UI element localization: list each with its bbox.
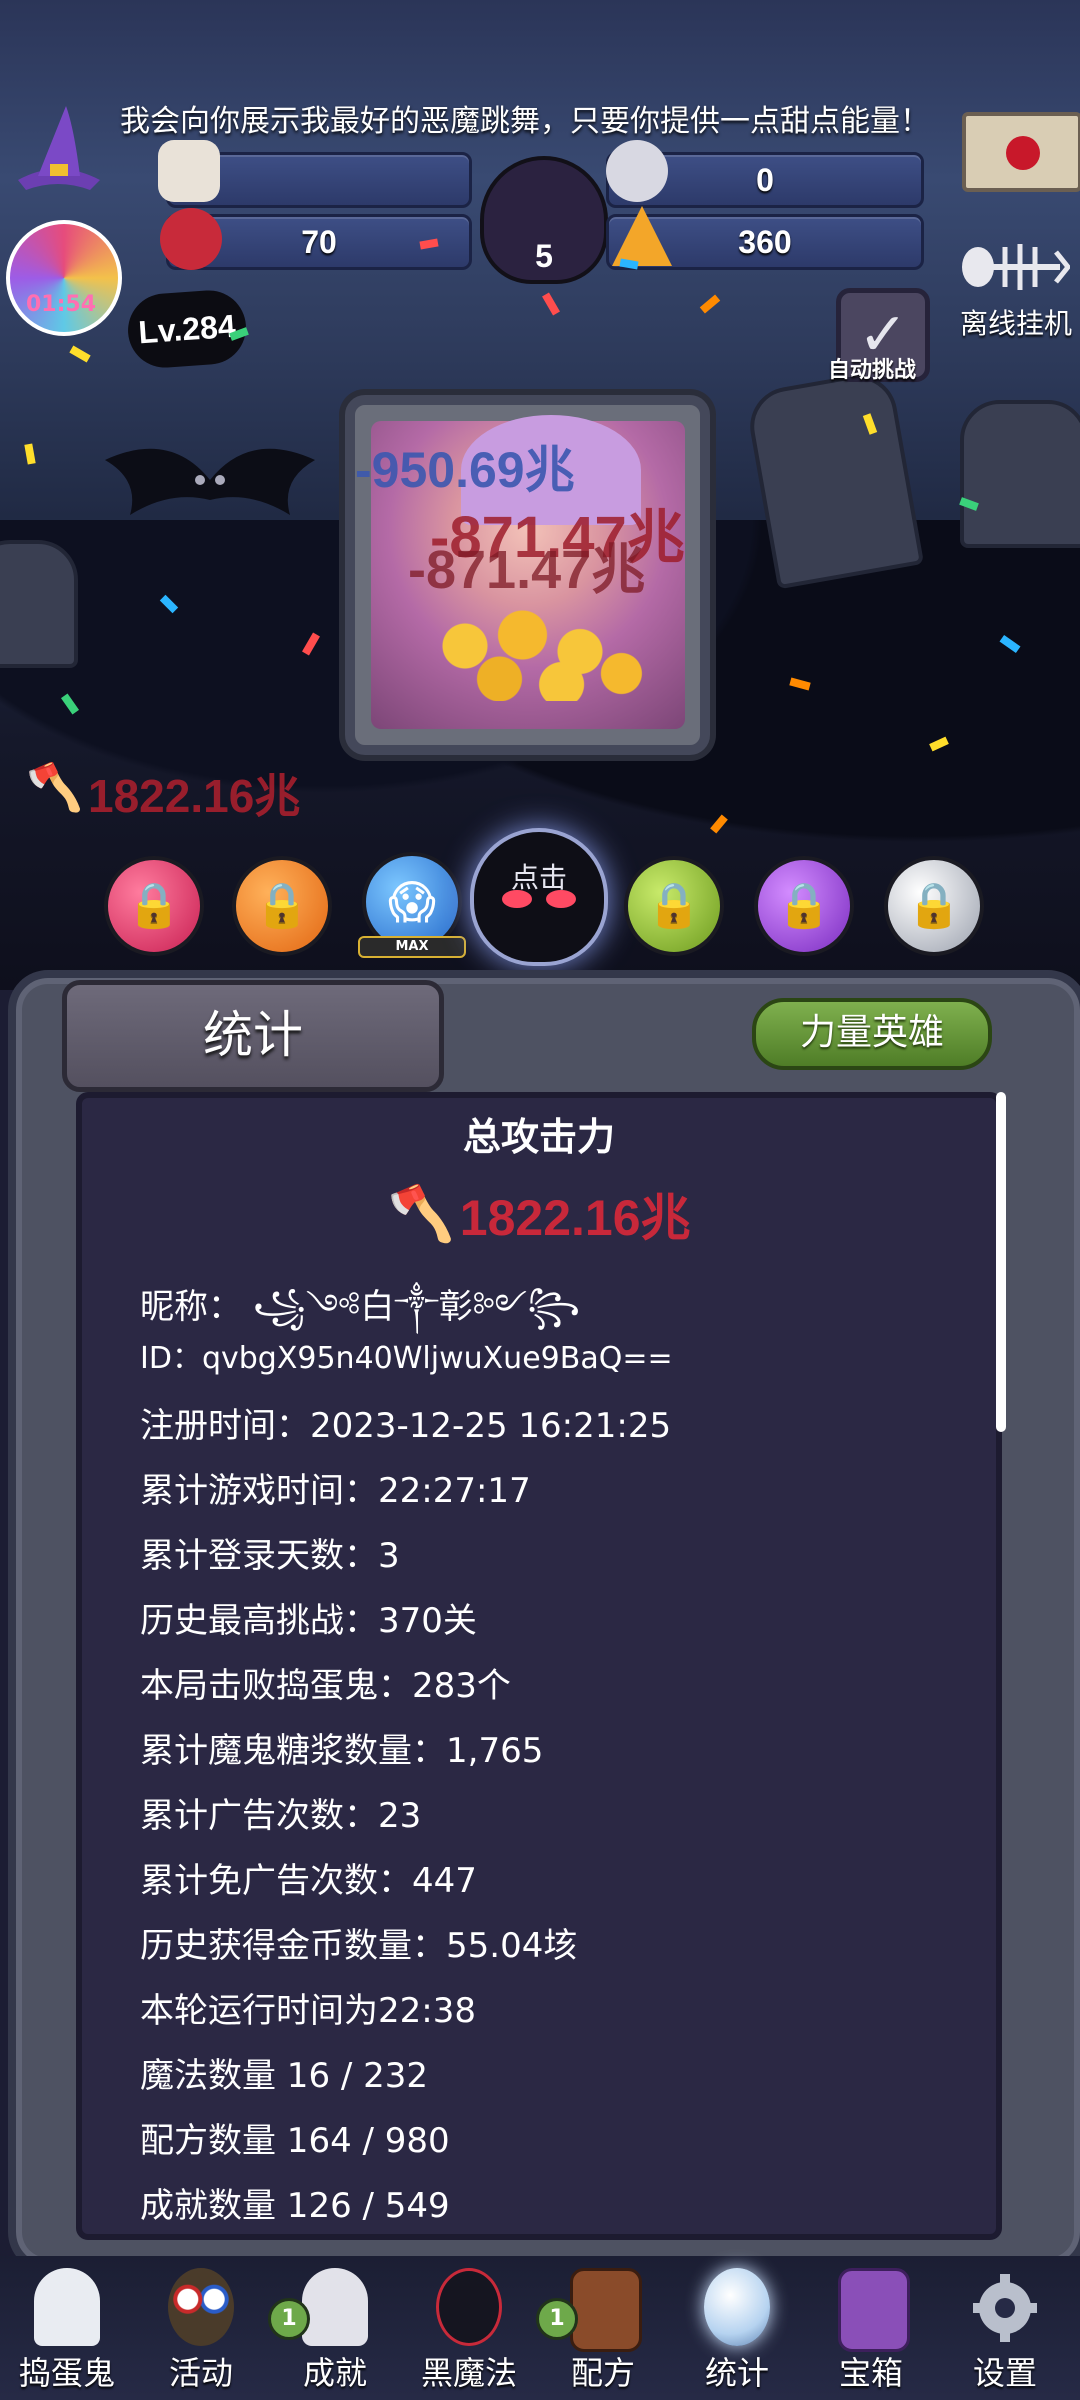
ghost-face-icon: 😱 xyxy=(388,875,436,929)
candy-timer: 01:54 xyxy=(26,292,97,317)
stats-list[interactable]: 总攻击力 🪓 1822.16兆 昵称： ꧁༺白༒彰༻꧂ ID：qvbgX95n4… xyxy=(76,1092,1002,2240)
total-attack-value: 1822.16兆 xyxy=(459,1190,691,1246)
cauldron-icon[interactable]: 5 xyxy=(480,156,608,284)
nav-troublemaker[interactable]: 捣蛋鬼 xyxy=(0,2256,134,2400)
total-attack-row: 🪓 1822.16兆 xyxy=(82,1178,996,1250)
stat-id: ID：qvbgX95n40WljwuXue9BaQ== xyxy=(140,1341,673,1376)
tab-statistics-label: 统计 xyxy=(203,1006,303,1064)
bat-skull-icon xyxy=(160,208,222,270)
skull-trophy-icon xyxy=(302,2268,368,2346)
devil-click-button[interactable]: 点击 xyxy=(470,828,608,966)
skill-orb-silver[interactable]: 🔒 xyxy=(884,856,984,956)
scrollbar[interactable] xyxy=(996,1092,1006,1432)
stat-highest-challenge: 历史最高挑战：370关 xyxy=(140,1601,477,1641)
offline-idle-button[interactable]: 离线挂机 xyxy=(960,302,1072,342)
stat-login-days: 累计登录天数：3 xyxy=(140,1536,400,1576)
candy-corn-icon xyxy=(612,206,672,266)
tombstone xyxy=(960,400,1080,548)
gear-icon xyxy=(972,2268,1038,2346)
nav-statistics[interactable]: 统计 xyxy=(670,2256,804,2400)
auto-challenge-label: 自动挑战 xyxy=(828,358,917,383)
mail-icon xyxy=(1006,136,1040,170)
axe-icon: 🪓 xyxy=(26,760,84,814)
recipes-badge: 1 xyxy=(536,2298,578,2340)
achievements-badge: 1 xyxy=(268,2298,310,2340)
candy-avatar-icon[interactable] xyxy=(6,220,122,336)
bat-icon xyxy=(100,420,320,554)
lock-icon: 🔒 xyxy=(126,880,182,931)
bottom-nav: 捣蛋鬼 活动 1 成就 黑魔法 1 配方 统计 宝箱 设置 xyxy=(0,2256,1080,2400)
devil-icon xyxy=(436,2268,502,2346)
axe-icon: 🪓 xyxy=(387,1182,455,1245)
tab-statistics[interactable]: 统计 xyxy=(62,980,444,1092)
power-hero-button[interactable]: 力量英雄 xyxy=(752,998,992,1070)
fishbone-icon[interactable] xyxy=(960,232,1072,313)
witch-hat-icon xyxy=(8,98,108,198)
stat-play-time: 累计游戏时间：22:27:17 xyxy=(140,1471,531,1511)
nav-events[interactable]: 活动 xyxy=(134,2256,268,2400)
ghost-icon xyxy=(34,2268,100,2346)
damage-popup: -871.47兆 xyxy=(408,540,646,600)
stat-recipe-count: 配方数量 164 / 980 xyxy=(140,2121,450,2161)
stat-runtime: 本轮运行时间为22:38 xyxy=(140,1991,476,2031)
mail-button[interactable] xyxy=(962,112,1080,192)
tombstone xyxy=(0,540,78,668)
attack-power-overlay: 1822.16兆 xyxy=(88,770,301,822)
crystal-ball-icon xyxy=(704,2268,770,2346)
skill-orb-green[interactable]: 🔒 xyxy=(624,856,724,956)
stat-gold: 历史获得金币数量：55.04垓 xyxy=(140,1926,578,1966)
level-badge: Lv.284 xyxy=(125,287,249,371)
nav-black-magic[interactable]: 黑魔法 xyxy=(402,2256,536,2400)
devil-click-label: 点击 xyxy=(510,861,567,894)
stat-defeated: 本局击败捣蛋鬼：283个 xyxy=(140,1666,511,1706)
cauldron-count: 5 xyxy=(535,238,553,274)
npc-speech-text: 我会向你展示我最好的恶魔跳舞，只要你提供一点甜点能量！ xyxy=(120,104,930,139)
skill-orb-purple[interactable]: 🔒 xyxy=(754,856,854,956)
coin-pile xyxy=(419,591,649,701)
lock-icon: 🔒 xyxy=(646,880,702,931)
skill-orb-orange[interactable]: 🔒 xyxy=(232,856,332,956)
power-hero-label: 力量英雄 xyxy=(799,1012,944,1053)
stat-ad-free: 累计免广告次数：447 xyxy=(140,1861,477,1901)
nav-chest[interactable]: 宝箱 xyxy=(804,2256,938,2400)
skull-icon xyxy=(606,140,668,202)
stat-register-time: 注册时间：2023-12-25 16:21:25 xyxy=(140,1406,672,1446)
recipe-book-icon xyxy=(570,2268,642,2352)
stat-syrup: 累计魔鬼糖浆数量：1,765 xyxy=(140,1731,544,1771)
stat-achievement-count: 成就数量 126 / 549 xyxy=(140,2186,450,2226)
lock-icon: 🔒 xyxy=(254,880,310,931)
max-badge: MAX xyxy=(358,936,466,958)
gift-box-icon xyxy=(838,2268,910,2352)
stat-magic-count: 魔法数量 16 / 232 xyxy=(140,2056,429,2096)
level-text: Lv.284 xyxy=(137,307,237,351)
dessert-icon xyxy=(158,140,220,202)
eyeballs-icon xyxy=(168,2268,234,2346)
lock-icon: 🔒 xyxy=(776,880,832,931)
stat-ads: 累计广告次数：23 xyxy=(140,1796,422,1836)
total-attack-title: 总攻击力 xyxy=(462,1115,615,1159)
lock-icon: 🔒 xyxy=(906,880,962,931)
skill-orb-red[interactable]: 🔒 xyxy=(104,856,204,956)
nav-settings[interactable]: 设置 xyxy=(938,2256,1072,2400)
nav-recipes[interactable]: 1 配方 xyxy=(536,2256,670,2400)
nav-achievements[interactable]: 1 成就 xyxy=(268,2256,402,2400)
